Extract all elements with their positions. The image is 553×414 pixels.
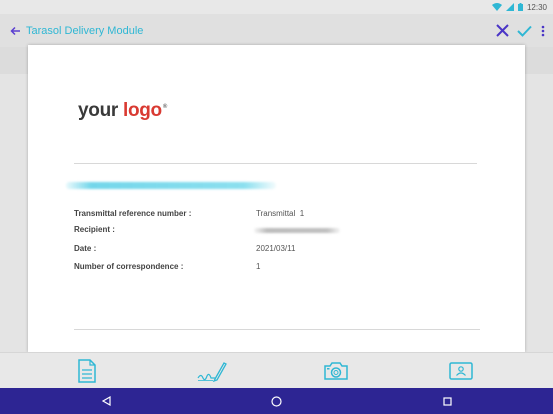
confirm-button[interactable] [515,14,533,47]
field-value-date: 2021/03/11 [256,244,296,253]
clock: 12:30 [526,2,547,12]
divider-top [74,163,477,164]
field-label-correspondence-count: Number of correspondence : [74,262,184,271]
close-icon [495,24,509,37]
document-icon [78,359,96,383]
check-icon [516,25,532,37]
signature-pen-icon [197,362,227,382]
status-bar: 12:30 [0,0,553,14]
battery-icon [517,3,523,11]
app-bar: Tarasol Delivery Module [0,14,553,47]
close-button[interactable] [493,14,511,47]
redacted-heading [66,182,276,189]
id-card-icon [449,362,473,380]
nav-back-button[interactable] [91,388,121,414]
signal-icon [505,3,514,11]
recents-square-icon [442,396,452,406]
home-circle-icon [270,395,282,407]
back-triangle-icon [101,396,111,406]
more-vert-icon [541,25,545,36]
bottom-toolbar [0,352,553,388]
camera-icon [324,362,348,380]
redacted-recipient-value [254,228,340,233]
document-button[interactable] [69,353,105,389]
divider-bottom [74,329,480,330]
field-value-correspondence-count: 1 [256,262,261,271]
more-options-button[interactable] [537,14,549,47]
nav-recents-button[interactable] [432,388,462,414]
wifi-icon [491,3,502,11]
system-navigation-bar [0,388,553,414]
nav-home-button[interactable] [261,388,291,414]
field-value-reference: Transmittal 1 [256,209,305,218]
signature-button[interactable] [194,353,230,389]
id-card-button[interactable] [443,353,479,389]
company-logo: your logo® [78,100,167,121]
camera-button[interactable] [318,353,354,389]
field-label-recipient: Recipient : [74,225,115,234]
document-preview: your logo® Transmittal reference number … [28,45,525,352]
field-label-reference: Transmittal reference number : [74,209,192,218]
field-label-date: Date : [74,244,97,253]
arrow-left-icon [9,26,20,35]
tablet-screen: 12:30 Tarasol Delivery Module your logo® [0,0,553,414]
app-title: Tarasol Delivery Module [26,24,144,37]
